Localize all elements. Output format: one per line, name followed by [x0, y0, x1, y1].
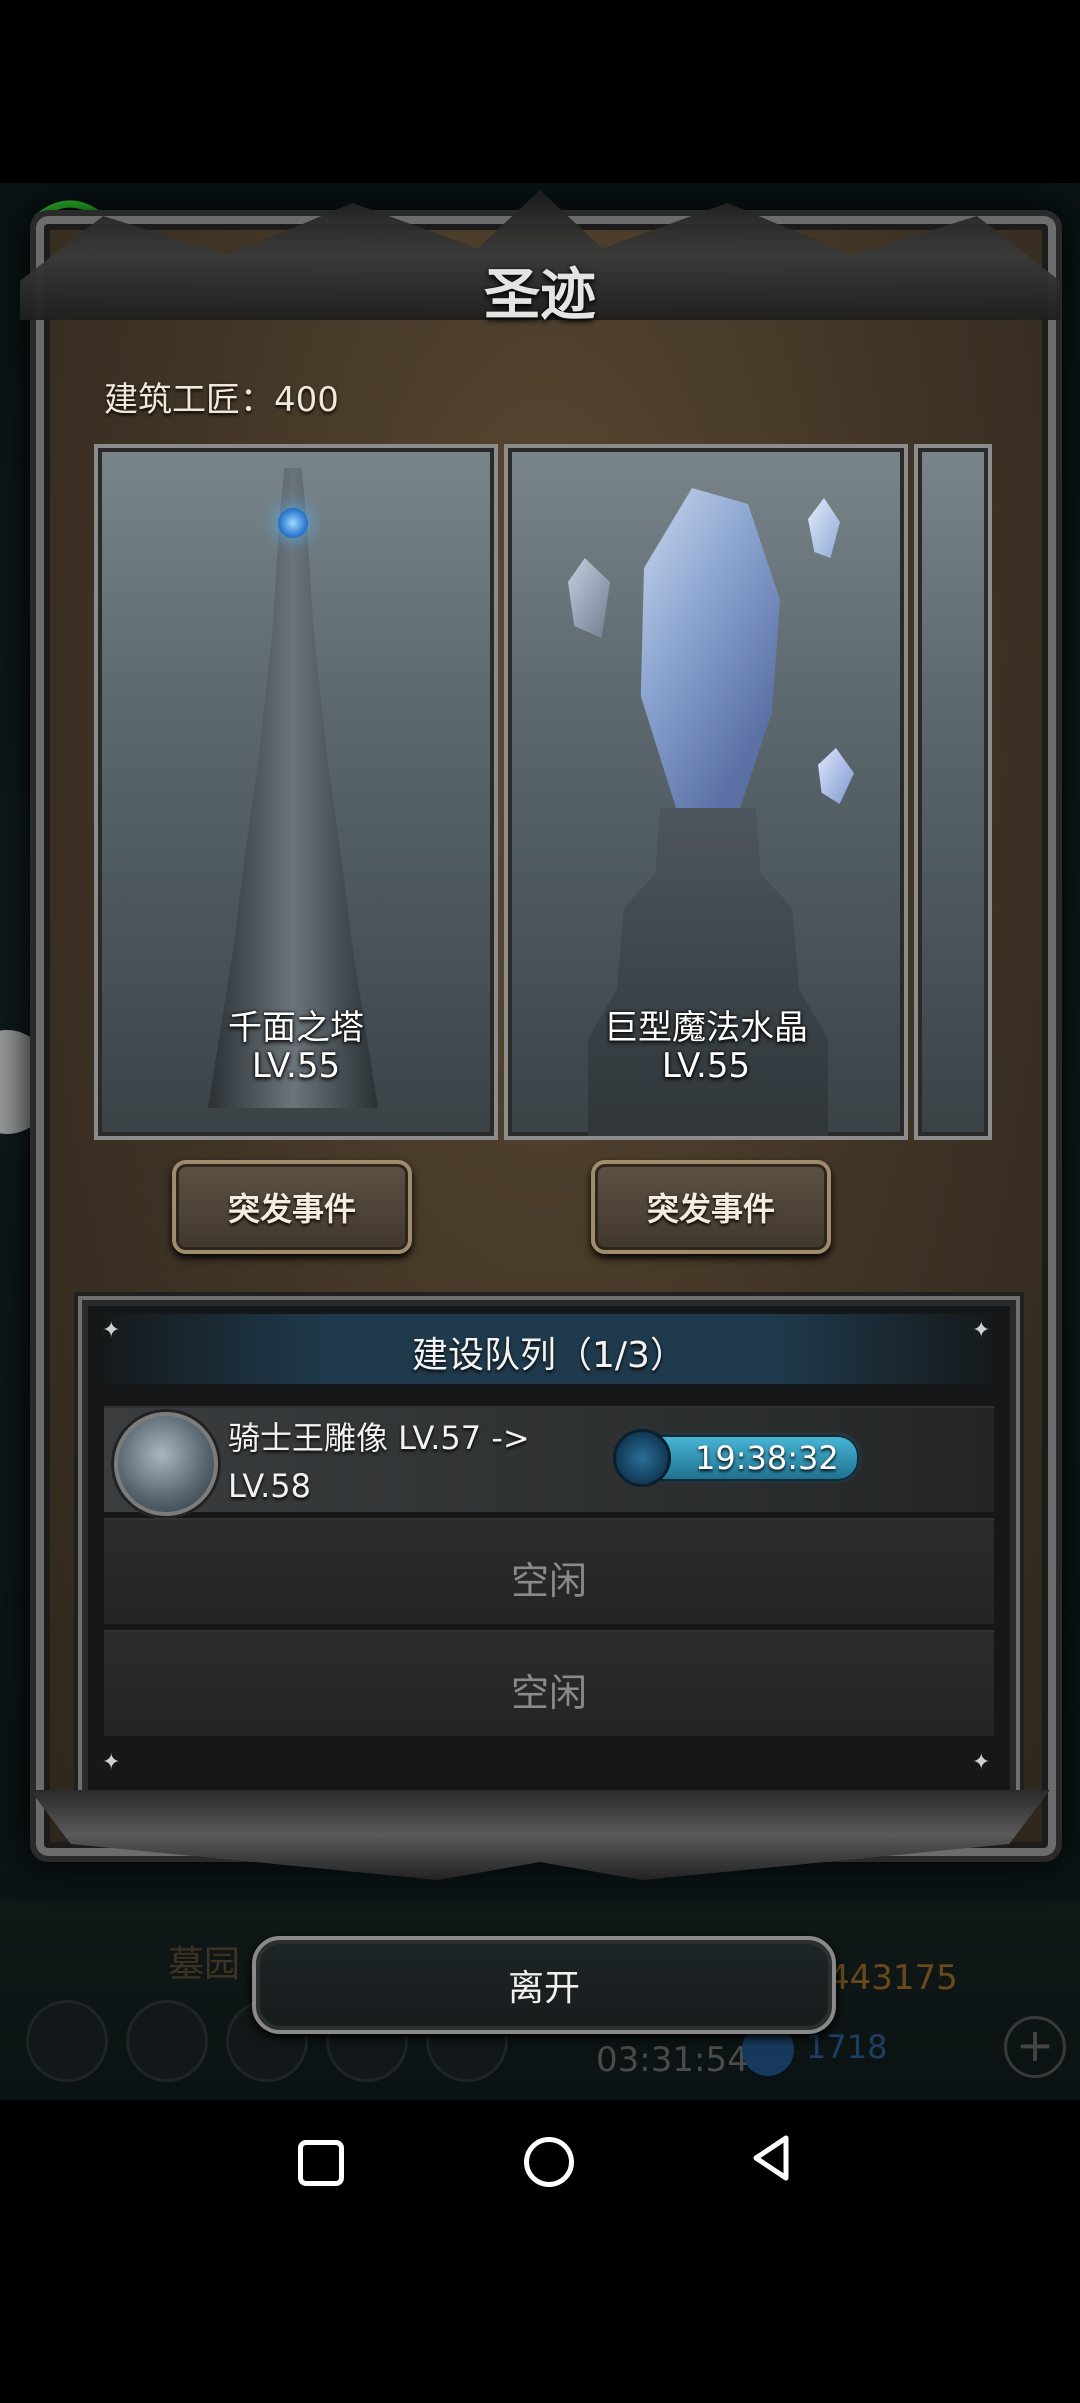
corner-star-icon: ✦ [102, 1318, 121, 1343]
menu-icon-2[interactable] [126, 2000, 208, 2082]
event-button-crystal[interactable]: 突发事件 [591, 1160, 831, 1254]
building-card-crystal[interactable]: 巨型魔法水晶 LV.55 [504, 444, 908, 1140]
knight-statue-avatar [114, 1412, 218, 1516]
back-icon[interactable] [750, 2134, 794, 2182]
gem-counter: 1718 [806, 2028, 888, 2066]
queue-header: 建设队列（1/3） [102, 1314, 996, 1384]
timer-text: 19:38:32 [695, 1439, 839, 1477]
location-label: 墓园 [168, 1944, 241, 1985]
corner-star-icon: ✦ [972, 1318, 991, 1343]
crystal-pedestal [588, 808, 828, 1136]
corner-star-icon: ✦ [972, 1750, 991, 1775]
crystal-illustration [640, 488, 780, 808]
building-level: LV.55 [251, 1046, 341, 1086]
queue-row-idle[interactable]: 空闲 [104, 1518, 994, 1624]
floating-crystal-icon [808, 498, 840, 558]
floating-rock-icon [568, 558, 610, 638]
recents-icon[interactable] [298, 2140, 344, 2186]
building-name: 巨型魔法水晶 [604, 1008, 808, 1048]
add-gems-icon[interactable]: + [1004, 2016, 1066, 2078]
queue-title: 建设队列（1/3） [412, 1335, 686, 1376]
corner-star-icon: ✦ [102, 1750, 121, 1775]
queue-item-line1: 骑士王雕像 LV.57 -> [228, 1419, 530, 1457]
gold-counter: 443175 [828, 1958, 958, 1998]
queue-row-active[interactable]: 骑士王雕像 LV.57 -> LV.58 19:38:32 [104, 1406, 994, 1516]
building-level: LV.55 [661, 1046, 751, 1086]
timer-bar: 19:38:32 [613, 1429, 862, 1487]
queue-row-idle[interactable]: 空闲 [104, 1630, 994, 1736]
idle-label: 空闲 [510, 1559, 587, 1603]
idle-label: 空闲 [510, 1671, 587, 1715]
building-name: 千面之塔 [228, 1008, 364, 1048]
building-card-partial[interactable] [914, 444, 992, 1140]
tower-gem-icon [278, 508, 308, 538]
speedup-clock-icon[interactable] [613, 1429, 671, 1487]
build-queue-panel: 建设队列（1/3） ✦ ✦ ✦ ✦ 骑士王雕像 LV.57 -> LV.58 1… [78, 1296, 1020, 1800]
craftsman-count: 建筑工匠：400 [104, 380, 339, 420]
queue-item-line2: LV.58 [228, 1467, 311, 1505]
menu-icon-1[interactable] [26, 2000, 108, 2082]
server-time: 03:31:54 [596, 2040, 749, 2080]
building-card-tower[interactable]: 千面之塔 LV.55 [94, 444, 498, 1140]
event-button-tower[interactable]: 突发事件 [172, 1160, 412, 1254]
dialog-title: 圣迹 [484, 262, 596, 328]
floating-crystal-icon [818, 748, 854, 804]
leave-button[interactable]: 离开 [252, 1936, 836, 2034]
home-icon[interactable] [524, 2137, 574, 2187]
queue-item-text: 骑士王雕像 LV.57 -> LV.58 [228, 1414, 548, 1510]
